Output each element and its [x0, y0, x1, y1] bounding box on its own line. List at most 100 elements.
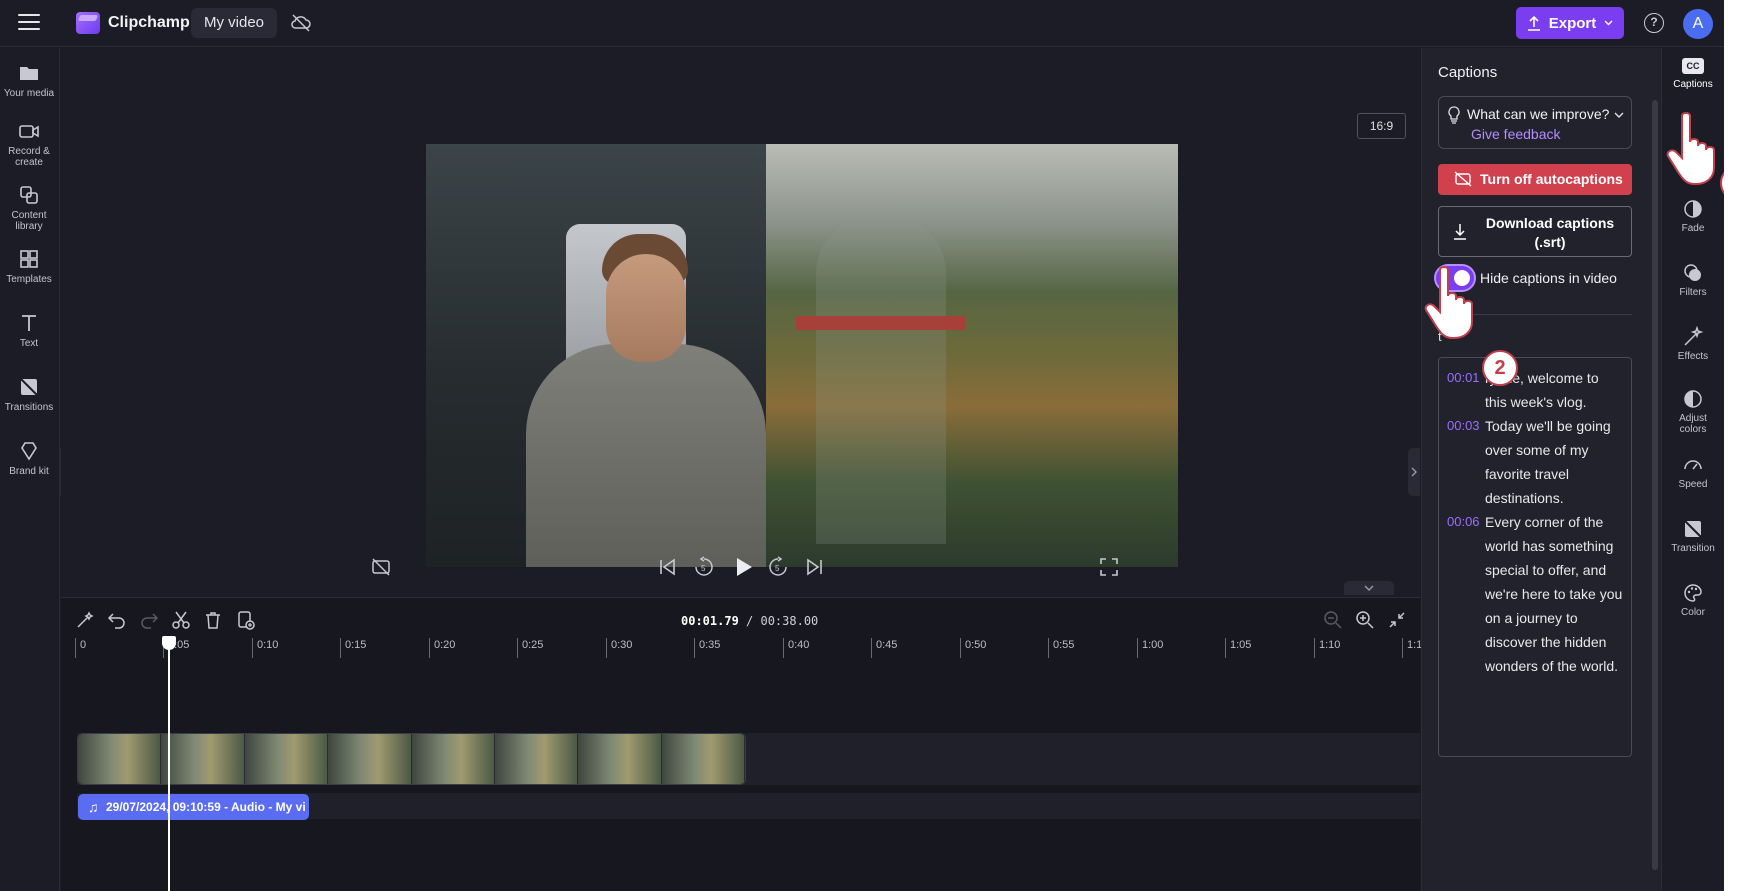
music-note-icon: ♫ — [88, 799, 99, 815]
audio-clip[interactable]: ♫ 29/07/2024, 09:10:59 - Audio - My vi — [78, 794, 309, 820]
transcript-line[interactable]: 00:01 ryone, welcome to this week's vlog… — [1447, 366, 1623, 414]
clip-thumbnail — [328, 734, 412, 784]
undo-icon[interactable] — [107, 610, 127, 630]
play-icon[interactable] — [730, 554, 756, 580]
rail-item-label: Filters — [1679, 287, 1707, 298]
transcript-timestamp[interactable]: 00:06 — [1447, 510, 1485, 678]
rail-item-transition[interactable]: Transition — [1662, 518, 1724, 554]
ruler-tick: 0:35 — [694, 638, 720, 658]
rail-item-captions[interactable]: CC Captions — [1662, 58, 1724, 90]
timeline: 00:01.79 / 00:38.00 0 0:05 0:10 0:15 0:2… — [61, 597, 1422, 891]
sidebar-item-transitions[interactable]: Transitions — [0, 376, 58, 413]
sidebar-item-brand-kit[interactable]: Brand kit — [0, 440, 58, 477]
sidebar-item-templates[interactable]: Templates — [0, 248, 58, 285]
turn-off-autocaptions-button[interactable]: Turn off autocaptions — [1438, 164, 1632, 195]
left-sidebar: Your media Record & create Content libra… — [0, 48, 72, 891]
playhead[interactable] — [168, 638, 170, 891]
transcript-text[interactable]: Today we'll be going over some of my fav… — [1485, 414, 1623, 510]
folder-icon — [20, 67, 38, 80]
timeline-ruler[interactable]: 0 0:05 0:10 0:15 0:20 0:25 0:30 0:35 0:4… — [75, 638, 1422, 658]
transcript-timestamp[interactable]: 00:03 — [1447, 414, 1485, 510]
playhead-handle[interactable] — [162, 636, 176, 650]
download-icon — [1454, 224, 1466, 240]
timeline-collapse-handle[interactable] — [1344, 581, 1394, 595]
download-captions-button[interactable]: Download captions (.srt) — [1438, 206, 1632, 257]
clip-thumbnail — [161, 734, 245, 784]
feedback-dropdown[interactable]: What can we improve? Give feedback — [1438, 96, 1632, 149]
captions-off-icon — [1454, 171, 1472, 187]
ruler-tick: 0:40 — [783, 638, 809, 658]
rail-item-speed[interactable]: Speed — [1662, 454, 1724, 490]
rail-item-fade[interactable]: Fade — [1662, 198, 1724, 234]
transcript-line[interactable]: 00:03 Today we'll be going over some of … — [1447, 414, 1623, 510]
sidebar-item-your-media[interactable]: Your media — [0, 62, 58, 99]
ruler-tick: 1:1 — [1402, 638, 1422, 658]
ruler-tick: 0:25 — [517, 638, 543, 658]
rail-item-color[interactable]: Color — [1662, 582, 1724, 618]
transcript-timestamp[interactable]: 00:01 — [1447, 366, 1485, 414]
duplicate-icon[interactable] — [235, 610, 255, 630]
total-time: / 00:38.00 — [746, 614, 819, 628]
sidebar-item-label: Transitions — [4, 402, 54, 413]
redo-icon[interactable] — [139, 610, 159, 630]
chevron-right-icon — [1411, 467, 1417, 477]
zoom-in-icon[interactable] — [1355, 610, 1375, 630]
panel-scrollbar[interactable] — [1652, 100, 1658, 870]
split-scissors-icon[interactable] — [171, 610, 191, 630]
transcript-text[interactable]: Every corner of the world has something … — [1485, 510, 1623, 678]
rail-item-filters[interactable]: Filters — [1662, 262, 1724, 298]
hide-captions-label: Hide captions in video — [1480, 270, 1617, 286]
video-person-head — [606, 254, 686, 362]
delete-icon[interactable] — [203, 610, 223, 630]
top-bar: Clipchamp My video Export ? A — [0, 0, 1724, 47]
export-button[interactable]: Export — [1516, 7, 1624, 39]
panel-title: Captions — [1438, 64, 1498, 81]
clipchamp-editor: Clipchamp My video Export ? A Your media… — [0, 0, 1724, 891]
chevron-down-icon — [1614, 112, 1624, 118]
timecode-display: 00:01.79 / 00:38.00 — [681, 614, 818, 628]
svg-text:5: 5 — [701, 564, 706, 573]
brand-kit-icon — [21, 442, 37, 461]
project-name-field[interactable]: My video — [191, 8, 278, 38]
ruler-tick: 0:10 — [252, 638, 278, 658]
captions-panel: Captions What can we improve? Give feedb… — [1421, 48, 1661, 891]
captions-off-icon[interactable] — [370, 556, 392, 578]
chevron-down-icon — [1364, 585, 1374, 591]
help-icon[interactable]: ? — [1644, 13, 1664, 33]
menu-icon[interactable] — [18, 14, 40, 32]
clip-thumbnail — [578, 734, 662, 784]
sidebar-item-record-create[interactable]: Record & create — [0, 120, 58, 168]
fit-timeline-icon[interactable] — [1387, 610, 1407, 630]
fullscreen-icon[interactable] — [1098, 556, 1120, 578]
magic-edit-icon[interactable] — [75, 610, 95, 630]
rewind-5-icon[interactable]: 5 — [693, 556, 715, 578]
rail-item-label: Captions — [1673, 79, 1713, 90]
clip-thumbnail — [244, 734, 329, 784]
rail-item-label: Transition — [1671, 543, 1715, 554]
video-clip[interactable] — [77, 733, 746, 785]
sidebar-item-text[interactable]: Text — [0, 312, 58, 349]
skip-forward-icon[interactable] — [804, 556, 826, 578]
rail-item-adjust-colors[interactable]: Adjust colors — [1662, 388, 1724, 435]
avatar[interactable]: A — [1683, 9, 1713, 39]
templates-icon — [20, 250, 38, 268]
sidebar-item-label: Text — [19, 338, 39, 349]
clipchamp-logo-icon — [76, 12, 100, 34]
video-frame — [426, 144, 1178, 567]
right-panel-collapse-handle[interactable] — [1408, 448, 1420, 496]
ruler-tick: 1:05 — [1225, 638, 1251, 658]
sidebar-item-content-library[interactable]: Content library — [0, 184, 58, 232]
transition-icon — [1684, 520, 1702, 538]
sidebar-item-label: Your media — [3, 88, 55, 99]
rail-item-effects[interactable]: Effects — [1662, 326, 1724, 362]
transcript-box[interactable]: 00:01 ryone, welcome to this week's vlog… — [1438, 357, 1632, 757]
aspect-ratio-button[interactable]: 16:9 — [1357, 113, 1406, 139]
ruler-tick: 0:15 — [340, 638, 366, 658]
give-feedback-link[interactable]: Give feedback — [1471, 126, 1561, 142]
forward-5-icon[interactable]: 5 — [767, 556, 789, 578]
library-icon — [20, 186, 38, 204]
cloud-off-icon[interactable] — [290, 13, 312, 33]
skip-back-icon[interactable] — [656, 556, 678, 578]
transcript-line[interactable]: 00:06 Every corner of the world has some… — [1447, 510, 1623, 678]
zoom-out-icon[interactable] — [1323, 610, 1343, 630]
